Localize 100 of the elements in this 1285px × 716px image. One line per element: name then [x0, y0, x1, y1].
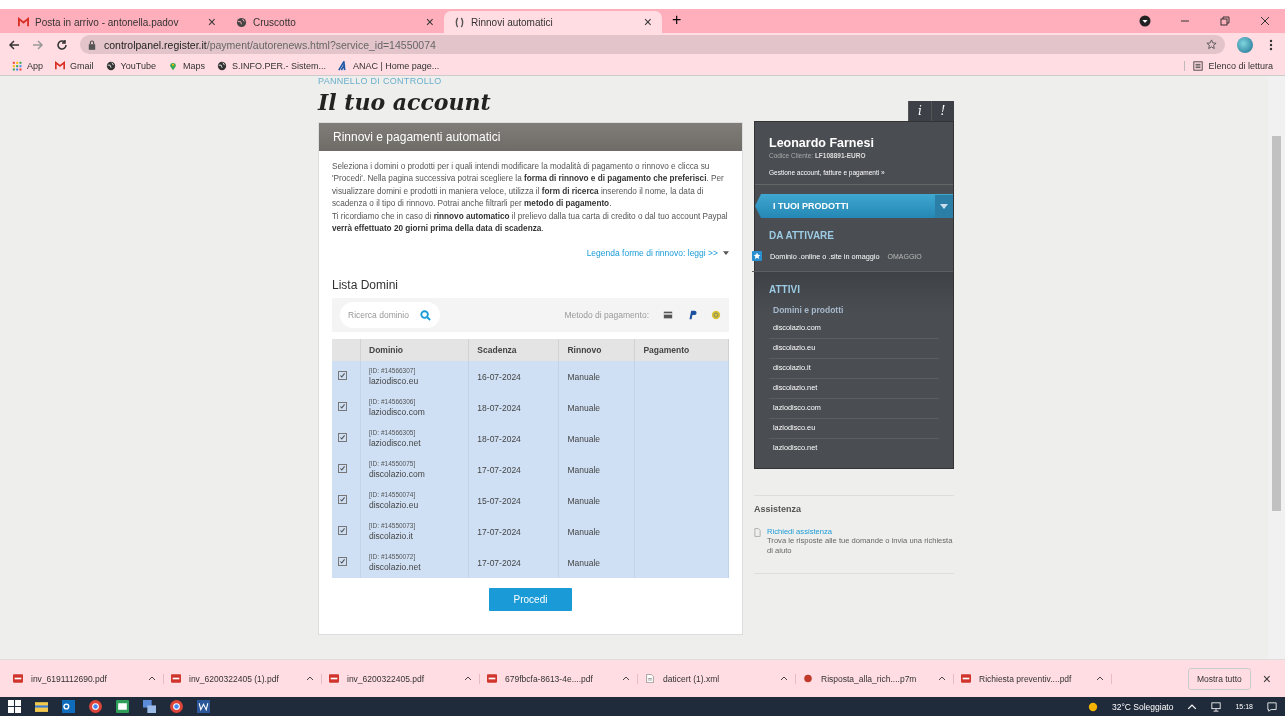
scrollbar[interactable] [1268, 76, 1285, 659]
row-checkbox[interactable] [338, 526, 347, 536]
paypal-icon[interactable] [687, 310, 697, 321]
back-icon[interactable] [8, 38, 20, 51]
section-subtitle: Domini e prodotti [773, 305, 845, 315]
close-icon[interactable]: × [1262, 670, 1271, 687]
url-text: controlpanel.register.it/payment/autorenews.html?service_id=14550074 [104, 38, 437, 51]
browser-icon[interactable] [89, 700, 102, 713]
download-filename: inv_6191112690.pdf [31, 673, 108, 684]
download-item[interactable]: inv_6200322405.pdf [322, 673, 480, 684]
logo-icon [337, 60, 348, 71]
bookmark-label: App [27, 60, 43, 71]
network-icon[interactable] [1211, 701, 1222, 712]
bookmark-item[interactable]: Gmail [55, 60, 94, 71]
reload-icon[interactable] [56, 38, 68, 51]
close-icon[interactable] [1259, 15, 1271, 27]
download-item[interactable]: inv_6191112690.pdf [6, 673, 164, 684]
restore-icon[interactable] [1219, 15, 1231, 27]
table-cell: Manuale [558, 423, 635, 455]
weather-text: 32°C Soleggiato [1111, 701, 1174, 712]
bookmark-item[interactable]: YouTube [105, 60, 156, 71]
alert-tab[interactable]: ! [931, 101, 954, 121]
download-filename: Risposta_alla_rich....p7m [821, 673, 918, 684]
address-bar[interactable]: controlpanel.register.it/payment/autorenews.html?service_id=14550074 [80, 35, 1225, 54]
chevron-up-icon[interactable] [464, 676, 472, 681]
notification-icon[interactable] [1267, 701, 1277, 712]
show-all-button[interactable]: Mostra tutto [1187, 667, 1251, 690]
outlook-icon[interactable] [62, 700, 75, 713]
table-cell: Manuale [558, 361, 635, 393]
support-title: Assistenza [754, 504, 803, 514]
payment-method-label: Metodo di pagamento: [564, 310, 649, 321]
panel-title: Rinnovi e pagamenti automatici [319, 123, 742, 151]
bookmark-star-icon[interactable] [1206, 39, 1217, 50]
row-checkbox[interactable] [338, 371, 347, 381]
table-cell: Manuale [558, 516, 635, 548]
table-cell: Manuale [558, 392, 635, 424]
section-title: DA ATTIVARE [769, 230, 835, 241]
domain-name: discolazio.net [369, 562, 422, 573]
column-header: Dominio [360, 339, 469, 362]
table-cell: 16-07-2024 [468, 361, 559, 393]
breadcrumb: PANNELLO DI CONTROLLO [318, 76, 442, 87]
chevron-up-icon[interactable] [306, 676, 314, 681]
info-tab[interactable]: i [908, 101, 931, 121]
browser-icon[interactable] [170, 700, 183, 713]
download-item[interactable]: daticert (1).xml [638, 673, 796, 684]
chevron-up-icon[interactable] [1096, 676, 1104, 681]
bookmark-item[interactable]: App [12, 60, 43, 71]
file-explorer-icon[interactable] [35, 700, 48, 713]
column-header: Scadenza [468, 339, 559, 362]
table-cell: 18-07-2024 [468, 392, 559, 424]
download-filename: inv_6200322405.pdf [347, 673, 426, 684]
download-item[interactable]: Richiesta preventiv....pdf [954, 673, 1112, 684]
caret-icon[interactable] [935, 194, 953, 218]
map-pin-icon [167, 60, 178, 71]
bookmark-item[interactable]: Maps [167, 60, 205, 71]
row-checkbox[interactable] [338, 495, 347, 505]
bookmark-label: Gmail [70, 60, 94, 71]
download-item[interactable]: Risposta_alla_rich....p7m [796, 673, 954, 684]
table-cell: 17-07-2024 [468, 547, 559, 579]
browser-tab[interactable]: Rinnovi automatici × [444, 11, 662, 33]
column-header: Rinnovo [558, 339, 635, 362]
caret-icon[interactable] [723, 251, 729, 256]
domain-name: discolazio.eu [369, 500, 420, 511]
windows-start-icon[interactable] [8, 700, 21, 713]
chevron-up-icon[interactable] [938, 676, 946, 681]
document-icon [754, 528, 761, 537]
list-title: Lista Domini [332, 278, 400, 293]
browser-tab[interactable]: Cruscotto × [226, 11, 444, 33]
download-filename: Richiesta preventiv....pdf [979, 673, 1073, 684]
close-icon[interactable]: × [425, 15, 434, 29]
credit-card-icon[interactable] [663, 310, 673, 321]
row-checkbox[interactable] [338, 464, 347, 474]
page-title: Il tuo account [318, 89, 491, 117]
search-field[interactable]: Ricerca dominio [340, 302, 440, 329]
instructions-text: Ti ricordiamo che in caso di rinnovo automatico il prelievo dalla tua carta di credito o dal tuo account Paypal verrà effettuato 20 giorni prima della data di scadenza. [332, 210, 729, 236]
loading-icon [454, 16, 465, 28]
chevron-up-icon[interactable] [622, 676, 630, 681]
profile-menu-icon[interactable] [1139, 15, 1151, 27]
pdf-file-icon [171, 674, 181, 683]
table-header-cell [332, 339, 361, 362]
row-checkbox[interactable] [338, 557, 347, 567]
download-item[interactable]: 679fbcfa-8613-4e....pdf [480, 673, 638, 684]
row-checkbox[interactable] [338, 402, 347, 412]
tab-title: Cruscotto [253, 16, 297, 28]
new-tab-button[interactable]: + [662, 10, 692, 32]
profile-avatar[interactable] [1237, 36, 1253, 53]
word-icon[interactable] [197, 700, 210, 713]
coin-icon[interactable] [711, 310, 721, 321]
chevron-up-icon[interactable] [780, 676, 788, 681]
close-icon[interactable]: × [643, 15, 652, 29]
chevron-up-icon[interactable] [148, 676, 156, 681]
close-icon[interactable]: × [207, 15, 216, 29]
download-filename: daticert (1).xml [663, 673, 721, 684]
globe-icon [105, 60, 116, 71]
table-cell: 17-07-2024 [468, 454, 559, 486]
browser-tab[interactable]: Posta in arrivo - antonella.padov × [8, 11, 226, 33]
row-checkbox[interactable] [338, 433, 347, 443]
app-icon[interactable] [116, 700, 129, 713]
download-item[interactable]: inv_6200322405 (1).pdf [164, 673, 322, 684]
reading-list-button[interactable]: Elenco di lettura [1184, 60, 1273, 71]
